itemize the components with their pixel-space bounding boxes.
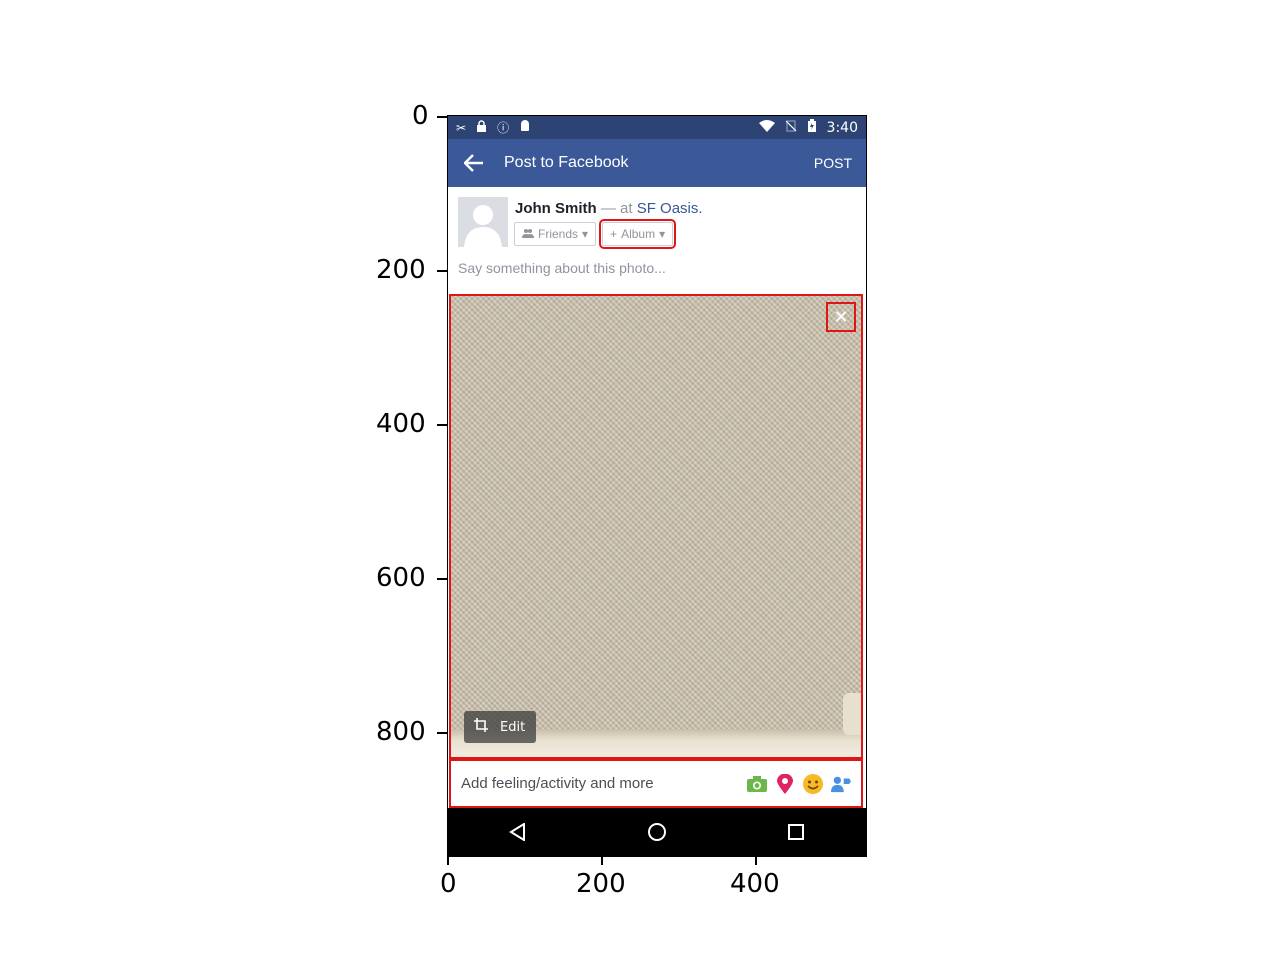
photo-wall-fixture — [843, 693, 861, 735]
at-text: at — [620, 200, 633, 217]
y-tick — [437, 578, 447, 580]
android-nav-bar — [448, 808, 866, 856]
post-button[interactable]: POST — [814, 155, 852, 171]
emoji-icon[interactable] — [803, 773, 823, 794]
back-arrow-icon[interactable] — [462, 151, 486, 175]
close-icon: ✕ — [833, 306, 849, 328]
tag-people-icon[interactable] — [831, 774, 851, 794]
y-tick — [437, 732, 447, 734]
x-tick-label: 400 — [730, 869, 780, 899]
friends-label: Friends — [538, 227, 579, 241]
edit-label: Edit — [500, 719, 526, 735]
audience-chips: Friends ▾ + Album ▾ — [514, 219, 677, 249]
photo-preview: ✕ Edit — [449, 294, 863, 759]
composer-header: John Smith — at SF Oasis. Friends ▾ + Al… — [448, 187, 866, 295]
separator-dash: — — [600, 200, 616, 217]
clock: 3:40 — [826, 119, 858, 136]
y-tick — [437, 116, 447, 118]
remove-photo-button[interactable]: ✕ — [826, 302, 856, 332]
page-title: Post to Facebook — [504, 154, 629, 171]
wifi-icon — [758, 119, 775, 136]
y-tick — [437, 424, 447, 426]
plus-icon: + — [610, 227, 618, 241]
feeling-activity-bar[interactable]: Add feeling/activity and more — [449, 759, 863, 808]
lock-icon — [476, 120, 487, 135]
attachment-icons — [747, 773, 851, 794]
y-tick-label: 600 — [376, 563, 426, 593]
nav-recents-icon[interactable] — [781, 817, 811, 847]
camera-icon[interactable] — [747, 774, 767, 794]
nav-home-icon[interactable] — [642, 817, 672, 847]
caption-input[interactable]: Say something about this photo... — [458, 260, 666, 276]
y-tick-label: 800 — [376, 717, 426, 747]
x-tick-label: 200 — [576, 869, 626, 899]
location-pin-icon[interactable] — [775, 773, 795, 794]
chevron-down-icon: ▾ — [659, 227, 666, 241]
edit-photo-button[interactable]: Edit — [464, 711, 536, 743]
place-link[interactable]: SF Oasis. — [637, 200, 703, 217]
album-selector[interactable]: + Album ▾ — [599, 219, 677, 249]
friends-icon — [522, 227, 534, 241]
nav-back-icon[interactable] — [503, 817, 533, 847]
status-bar: ✂ ⓘ 3:40 — [448, 116, 866, 139]
no-sim-icon — [785, 119, 797, 136]
album-label: Album — [621, 227, 656, 241]
y-tick — [437, 270, 447, 272]
android-icon — [519, 120, 531, 135]
phone-screen: ✂ ⓘ 3:40 Post to Facebook POST John Smit… — [447, 115, 867, 857]
author-name[interactable]: John Smith — [515, 200, 597, 217]
chevron-down-icon: ▾ — [582, 227, 589, 241]
tools-icon: ✂ — [456, 120, 467, 135]
default-profile-icon — [458, 197, 508, 247]
app-bar: Post to Facebook POST — [448, 139, 866, 187]
y-tick-label: 0 — [412, 101, 429, 131]
info-icon: ⓘ — [497, 121, 510, 135]
author-line: John Smith — at SF Oasis. — [515, 200, 703, 217]
crop-icon — [474, 718, 488, 736]
photo-image — [451, 296, 861, 757]
friends-selector[interactable]: Friends ▾ — [514, 222, 597, 246]
y-tick-label: 200 — [376, 255, 426, 285]
battery-icon — [807, 119, 817, 136]
avatar[interactable] — [458, 197, 508, 247]
y-tick-label: 400 — [376, 409, 426, 439]
x-tick-label: 0 — [440, 869, 457, 899]
feeling-activity-label: Add feeling/activity and more — [461, 775, 654, 792]
